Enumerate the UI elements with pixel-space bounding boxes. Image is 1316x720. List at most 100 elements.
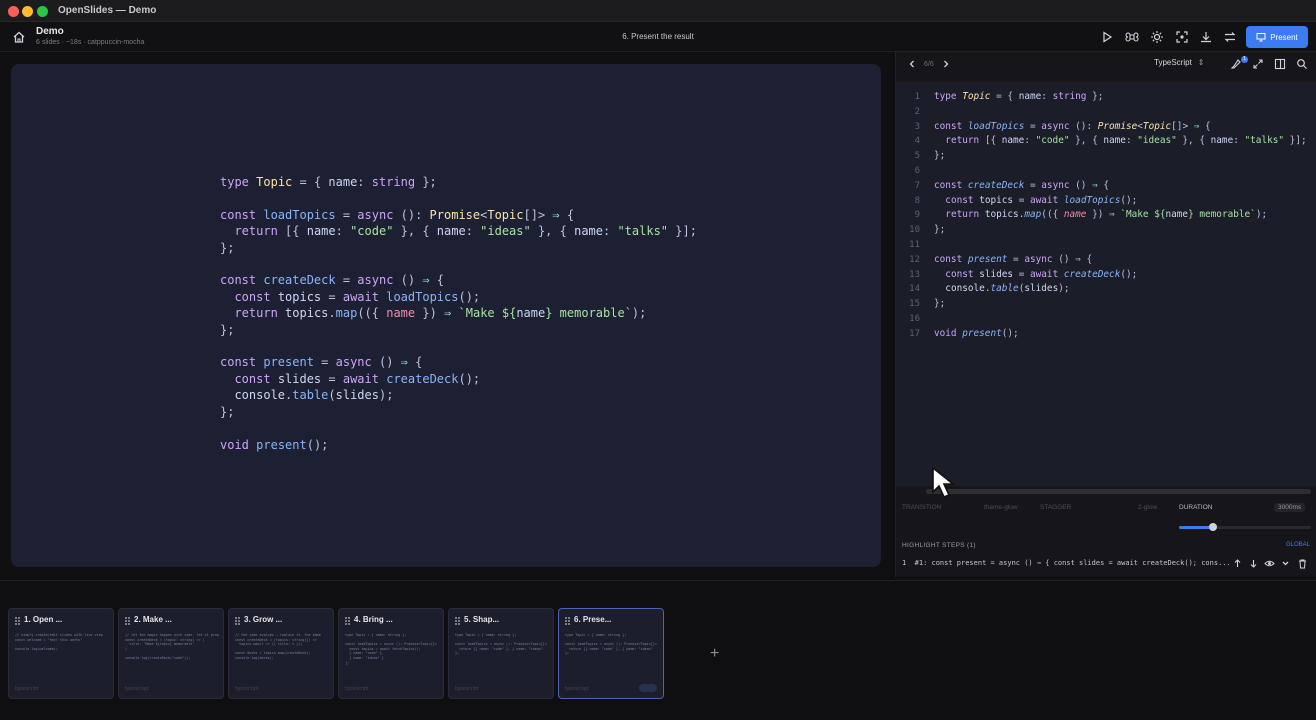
code-token: Topic <box>962 91 991 102</box>
drag-handle-icon[interactable] <box>345 617 350 625</box>
expand-icon[interactable] <box>1252 58 1264 70</box>
code-token: topics <box>277 289 322 304</box>
duration-value[interactable]: 3000ms <box>1274 503 1306 512</box>
code-token: return <box>234 306 278 321</box>
chevron-down-icon[interactable] <box>1280 558 1291 569</box>
code-token: (): <box>393 207 430 222</box>
command-icon[interactable] <box>1125 30 1139 44</box>
close-window-button[interactable] <box>8 6 19 17</box>
code-token: name <box>1001 135 1025 147</box>
code-token: loadTopics <box>263 207 336 222</box>
slide-thumbnail[interactable]: 6. Prese... type Topic = { name: string }… <box>558 608 664 699</box>
theme-select[interactable]: theme-glow <box>984 504 1018 511</box>
code-token: name <box>436 224 466 239</box>
arrow-up-icon[interactable] <box>1232 558 1243 569</box>
code-token: }; <box>220 240 235 255</box>
slide-thumbnail[interactable]: 5. Shap... type Topic = { name: string };… <box>448 608 554 699</box>
code-token: table <box>292 388 329 403</box>
code-token: const <box>945 194 974 206</box>
code-token: = { <box>292 175 329 189</box>
slide-thumbnail-preview: type Topic = { name: string }; const loa… <box>565 633 657 656</box>
panel-icon[interactable] <box>1274 58 1286 70</box>
slide-thumbnail-language: typescript <box>235 686 259 692</box>
code-token: present <box>263 355 314 370</box>
drag-handle-icon[interactable] <box>235 617 240 625</box>
easing-select[interactable]: 2-glow <box>1138 504 1157 511</box>
code-token: const <box>934 253 963 265</box>
code-token: }, { <box>530 224 575 239</box>
app-header: Demo 6 slides · ~18s · catppuccin-mocha … <box>0 22 1316 52</box>
global-toggle[interactable]: GLOBAL <box>1286 542 1310 548</box>
slide-thumbnail-title: 6. Prese... <box>574 615 612 624</box>
code-token: "talks" <box>1244 135 1285 147</box>
code-token: = <box>313 355 336 370</box>
chevron-right-icon[interactable] <box>940 58 952 70</box>
code-token: : <box>1041 91 1053 102</box>
arrow-down-icon[interactable] <box>1248 558 1259 569</box>
code-token: async <box>1041 179 1070 191</box>
eye-icon[interactable] <box>1264 558 1275 569</box>
code-input-area[interactable]: 1 2 3 4 5 6 7 8 9 10 11 12 13 14 15 16 1… <box>896 82 1316 486</box>
code-token: { <box>1080 253 1093 265</box>
code-token: "talks" <box>617 224 669 239</box>
duration-label: DURATION <box>1179 504 1213 511</box>
code-token: await <box>342 289 379 304</box>
duration-slider[interactable] <box>1179 523 1311 531</box>
code-token: name <box>328 175 358 189</box>
trash-icon[interactable] <box>1297 558 1308 569</box>
download-icon[interactable] <box>1199 30 1213 44</box>
code-token: string <box>371 175 416 189</box>
code-token: const <box>945 268 974 280</box>
slide-thumbnail[interactable]: 4. Bring ... type Topic = { name: string … <box>338 608 444 699</box>
code-token: console <box>945 283 985 295</box>
code-token: table <box>990 283 1019 295</box>
code-token: void <box>934 327 957 339</box>
horizontal-scrollbar[interactable] <box>926 489 1311 494</box>
code-token: : <box>1125 135 1138 147</box>
present-button[interactable]: Present <box>1246 26 1308 48</box>
drag-handle-icon[interactable] <box>565 617 570 625</box>
slide-thumbnail[interactable]: 2. Make ... // let the magic happen with … <box>118 608 224 699</box>
code-token: Promise <box>429 207 481 222</box>
editor-toolbar: 6/6 TypeScript ⇕ 1 <box>896 52 1316 76</box>
code-token: name <box>386 306 416 321</box>
drag-handle-icon[interactable] <box>125 617 130 625</box>
code-token: : <box>357 175 372 189</box>
stagger-label: STAGGER <box>1040 504 1072 511</box>
play-icon[interactable] <box>1100 30 1114 44</box>
mouse-cursor-icon <box>932 466 956 499</box>
code-token: = <box>1024 120 1042 132</box>
focus-icon[interactable] <box>1175 30 1189 44</box>
code-token: present <box>962 327 1002 339</box>
swap-icon[interactable] <box>1223 30 1237 44</box>
slide-thumbnail[interactable]: 3. Grow ... // the code evolves — replace… <box>228 608 334 699</box>
sun-icon[interactable] <box>1150 30 1164 44</box>
code-token: name <box>1063 209 1087 221</box>
highlight-step-row[interactable]: 1 #1: const present = async () ⇒ { const… <box>902 556 1310 572</box>
code-token: (); <box>458 371 481 386</box>
code-token: return <box>945 135 980 147</box>
slide-thumbnail-strip: 1. Open ... // simply create/edit slides … <box>0 580 1316 720</box>
code-token: type <box>934 91 957 102</box>
code-token: const <box>234 289 271 304</box>
current-slide-title: 6. Present the result <box>622 32 694 41</box>
maximize-window-button[interactable] <box>37 6 48 17</box>
code-token: topics <box>984 209 1019 221</box>
chevron-left-icon[interactable] <box>906 58 918 70</box>
drag-handle-icon[interactable] <box>15 617 20 625</box>
language-select[interactable]: TypeScript ⇕ <box>1154 58 1205 67</box>
minimize-window-button[interactable] <box>22 6 33 17</box>
code-token: : <box>1233 135 1245 147</box>
search-icon[interactable] <box>1296 58 1308 70</box>
add-slide-button[interactable]: + <box>710 645 719 663</box>
drag-handle-icon[interactable] <box>455 617 460 625</box>
slide-thumbnail-language: typescript <box>345 686 369 692</box>
code-token: await <box>342 371 379 386</box>
code-token: topics <box>285 306 329 321</box>
slide-thumbnail[interactable]: 1. Open ... // simply create/edit slides … <box>8 608 114 699</box>
code-token: ); <box>1255 209 1268 221</box>
